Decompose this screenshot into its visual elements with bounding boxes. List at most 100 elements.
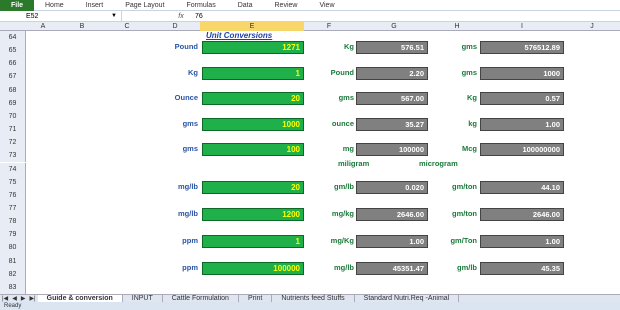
- col-header-h[interactable]: H: [434, 22, 480, 31]
- col-header-c[interactable]: C: [104, 22, 150, 31]
- conversion-label: Ounce: [174, 93, 198, 102]
- tab-data[interactable]: Data: [227, 2, 264, 9]
- chevron-down-icon[interactable]: ▼: [111, 13, 117, 19]
- col-header-a[interactable]: A: [26, 22, 60, 31]
- result1-cell[interactable]: 2.20: [356, 67, 428, 80]
- input-value-cell[interactable]: 1: [202, 67, 304, 80]
- result1-cell[interactable]: 567.00: [356, 92, 428, 105]
- formula-input[interactable]: 76: [192, 13, 203, 20]
- row-header[interactable]: 64: [0, 31, 26, 45]
- row-header[interactable]: 82: [0, 267, 26, 281]
- result2-cell[interactable]: 576512.89: [480, 41, 564, 54]
- unit1-label: gm/lb: [334, 182, 354, 191]
- tab-home[interactable]: Home: [34, 2, 75, 9]
- row-header[interactable]: 79: [0, 228, 26, 242]
- unit2-label: Kg: [467, 93, 477, 102]
- file-menu-button[interactable]: File: [0, 0, 34, 11]
- section-label-milligram: miligram: [338, 159, 370, 168]
- row-header[interactable]: 77: [0, 201, 26, 216]
- col-header-f[interactable]: F: [304, 22, 354, 31]
- unit2-label: gms: [461, 68, 477, 77]
- result1-cell[interactable]: 2646.00: [356, 208, 428, 221]
- name-box[interactable]: E52 ▼: [0, 10, 122, 22]
- result2-cell[interactable]: 1.00: [480, 235, 564, 248]
- result1-cell[interactable]: 0.020: [356, 181, 428, 194]
- row-header[interactable]: 72: [0, 136, 26, 150]
- conversion-label: Kg: [188, 68, 198, 77]
- row-header[interactable]: 67: [0, 70, 26, 84]
- column-headers: A B C D E F G H I J: [0, 22, 620, 31]
- result2-cell[interactable]: 45.35: [480, 262, 564, 275]
- row-header[interactable]: 66: [0, 57, 26, 71]
- row-header[interactable]: 75: [0, 175, 26, 189]
- input-value-cell[interactable]: 1: [202, 235, 304, 248]
- unit1-label: mg/lb: [334, 263, 354, 272]
- section-label-microgram: microgram: [419, 159, 458, 168]
- result2-cell[interactable]: 1000: [480, 67, 564, 80]
- input-value-cell[interactable]: 1271: [202, 41, 304, 54]
- unit2-label: gm/Ton: [450, 236, 477, 245]
- result1-cell[interactable]: 35.27: [356, 118, 428, 131]
- input-value-cell[interactable]: 20: [202, 92, 304, 105]
- row-header[interactable]: 71: [0, 123, 26, 137]
- unit2-label: gm/ton: [452, 182, 477, 191]
- input-value-cell[interactable]: 100: [202, 143, 304, 156]
- row-header[interactable]: 76: [0, 188, 26, 202]
- unit2-label: gm/ton: [452, 209, 477, 218]
- fx-icon[interactable]: fx: [170, 13, 192, 20]
- col-header-b[interactable]: B: [60, 22, 104, 31]
- row-header[interactable]: 70: [0, 109, 26, 124]
- tab-page-layout[interactable]: Page Layout: [114, 2, 175, 9]
- unit1-label: mg/Kg: [330, 236, 354, 245]
- name-box-value: E52: [26, 12, 39, 20]
- result2-cell[interactable]: 100000000: [480, 143, 564, 156]
- input-value-cell[interactable]: 20: [202, 181, 304, 194]
- last-sheet-icon[interactable]: ▶|: [27, 295, 37, 302]
- result1-cell[interactable]: 576.51: [356, 41, 428, 54]
- result1-cell[interactable]: 45351.47: [356, 262, 428, 275]
- sheet-grid[interactable]: Unit Conversions Pound 1271 Kg 576.51 gms 576…: [26, 31, 620, 294]
- unit1-label: Kg: [344, 42, 354, 51]
- input-value-cell[interactable]: 1000: [202, 118, 304, 131]
- first-sheet-icon[interactable]: |◀: [0, 295, 10, 302]
- conversion-label: mg/lb: [178, 209, 198, 218]
- result1-cell[interactable]: 1.00: [356, 235, 428, 248]
- unit2-label: Mcg: [462, 144, 477, 153]
- tab-review[interactable]: Review: [264, 2, 309, 9]
- row-header[interactable]: 81: [0, 254, 26, 268]
- input-value-cell[interactable]: 1200: [202, 208, 304, 221]
- status-bar: Ready: [0, 302, 620, 310]
- unit1-label: Pound: [330, 68, 354, 77]
- row-header[interactable]: 80: [0, 241, 26, 255]
- prev-sheet-icon[interactable]: ◀: [10, 295, 19, 302]
- row-header[interactable]: 65: [0, 44, 26, 58]
- tab-view[interactable]: View: [308, 2, 345, 9]
- row-header[interactable]: 73: [0, 149, 26, 163]
- result2-cell[interactable]: 44.10: [480, 181, 564, 194]
- formula-bar: E52 ▼ fx 76: [0, 10, 620, 22]
- result2-cell[interactable]: 2646.00: [480, 208, 564, 221]
- unit1-label: mg: [342, 144, 354, 153]
- row-header[interactable]: 68: [0, 83, 26, 97]
- input-value-cell[interactable]: 100000: [202, 262, 304, 275]
- col-header-e[interactable]: E: [200, 22, 304, 31]
- row-header[interactable]: 83: [0, 280, 26, 294]
- unit2-label: gms: [461, 42, 477, 51]
- tab-insert[interactable]: Insert: [75, 2, 115, 9]
- row-header[interactable]: 74: [0, 162, 26, 176]
- conversion-label: gms: [182, 144, 198, 153]
- col-header-g[interactable]: G: [354, 22, 434, 31]
- tab-formulas[interactable]: Formulas: [176, 2, 227, 9]
- result2-cell[interactable]: 1.00: [480, 118, 564, 131]
- row-header[interactable]: 69: [0, 96, 26, 110]
- result1-cell[interactable]: 100000: [356, 143, 428, 156]
- unit2-label: gm/lb: [457, 263, 477, 272]
- col-header-j[interactable]: J: [564, 22, 620, 31]
- col-header-d[interactable]: D: [150, 22, 200, 31]
- result2-cell[interactable]: 0.57: [480, 92, 564, 105]
- row-header[interactable]: 78: [0, 215, 26, 229]
- col-header-i[interactable]: I: [480, 22, 564, 31]
- next-sheet-icon[interactable]: ▶: [19, 295, 28, 302]
- ribbon: File Home Insert Page Layout Formulas Da…: [0, 0, 620, 11]
- conversion-label: ppm: [182, 263, 198, 272]
